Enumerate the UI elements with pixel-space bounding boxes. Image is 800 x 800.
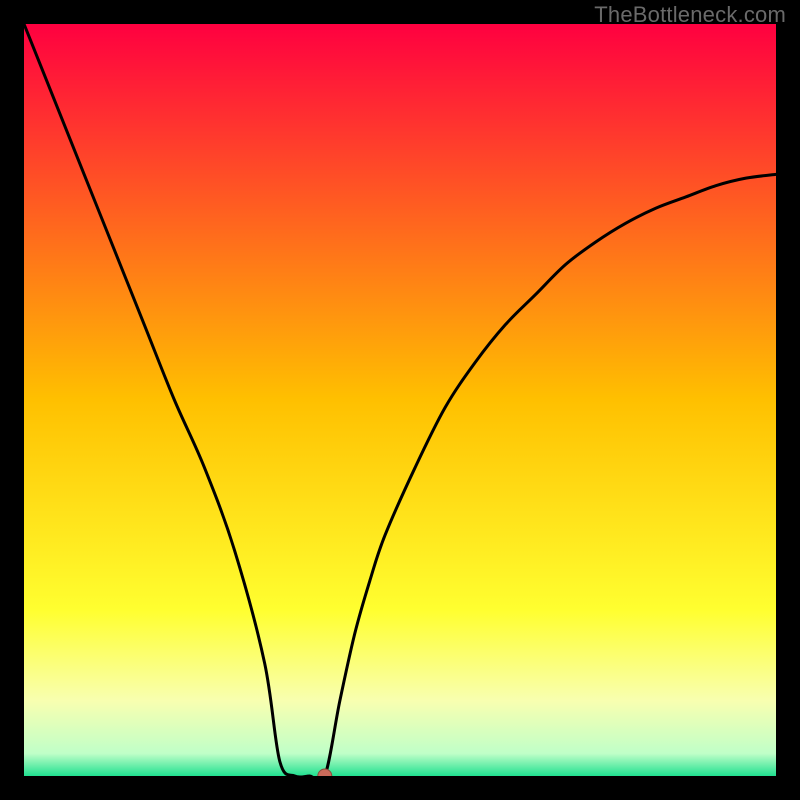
gradient-background [24, 24, 776, 776]
chart-frame: TheBottleneck.com [0, 0, 800, 800]
bottleneck-chart [24, 24, 776, 776]
